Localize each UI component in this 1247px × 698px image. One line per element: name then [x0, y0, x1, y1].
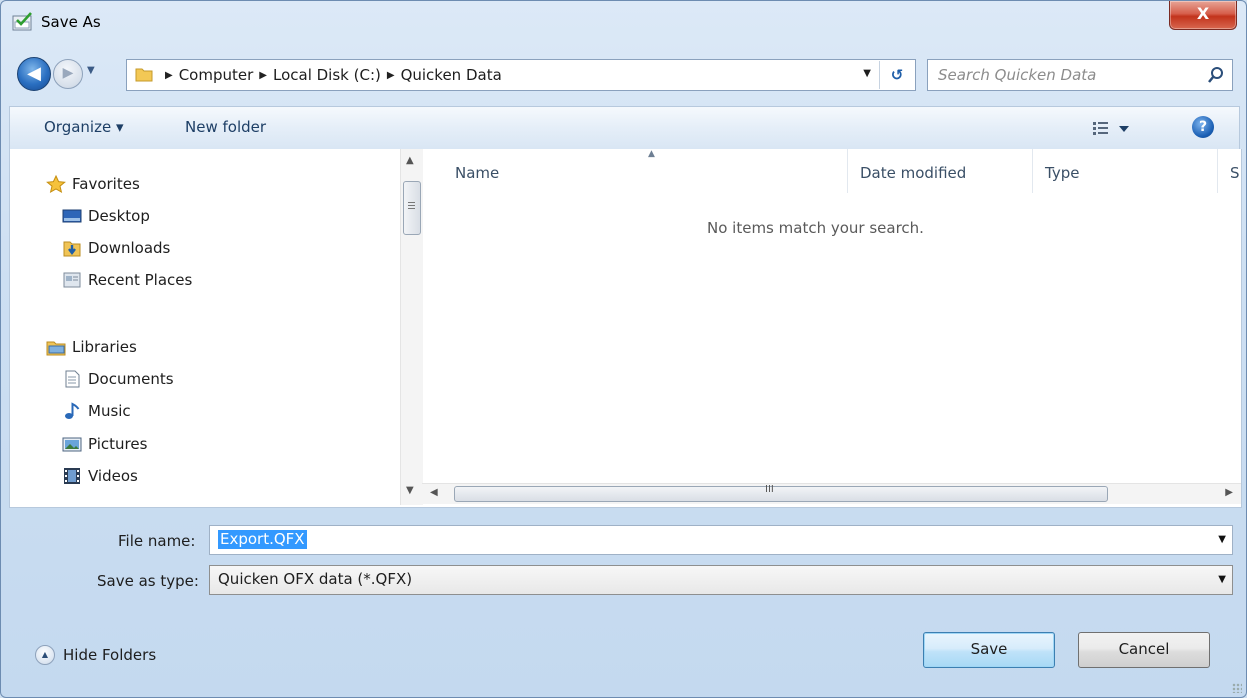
address-dropdown-icon[interactable]: ▼	[863, 68, 871, 79]
save-button[interactable]: Save	[923, 632, 1055, 668]
sidebar-item-videos[interactable]: Videos	[62, 464, 138, 488]
scroll-down-icon[interactable]: ▼	[406, 485, 414, 496]
empty-list-message: No items match your search.	[707, 219, 924, 237]
close-button[interactable]: X	[1169, 1, 1237, 30]
file-name-label: File name:	[118, 532, 196, 550]
history-dropdown-icon[interactable]: ▼	[87, 65, 95, 76]
refresh-icon[interactable]: ↺	[879, 61, 914, 89]
command-toolbar: Organize ▾ New folder ?	[9, 106, 1240, 150]
column-divider[interactable]	[1217, 149, 1218, 193]
libraries-icon	[46, 341, 66, 356]
chevron-down-icon[interactable]: ▼	[1218, 534, 1226, 545]
resize-grip[interactable]	[1232, 683, 1242, 693]
scrollbar-thumb[interactable]: III	[454, 484, 1108, 502]
save-as-app-icon	[12, 12, 32, 31]
address-bar[interactable]: ▶ Computer ▶ Local Disk (C:) ▶ Quicken D…	[126, 59, 916, 91]
change-view-icon[interactable]	[1093, 119, 1133, 137]
sidebar-item-label: Desktop	[88, 207, 150, 225]
videos-icon	[64, 468, 80, 484]
help-icon[interactable]: ?	[1192, 116, 1214, 138]
title-bar: Save As X	[1, 1, 1246, 45]
chevron-up-icon: ▲	[35, 645, 55, 665]
back-button[interactable]: ◀	[17, 57, 51, 91]
file-list-horizontal-scrollbar[interactable]: ◀ III ▶	[422, 483, 1241, 504]
breadcrumb-computer[interactable]: Computer	[179, 66, 254, 84]
hide-folders-label: Hide Folders	[63, 646, 157, 664]
column-header-type[interactable]: Type	[1045, 164, 1079, 182]
save-as-dialog: Save As X ◀ ▶ ▼ ▶ Computer ▶ Local Disk …	[0, 0, 1247, 698]
sort-ascending-icon: ▲	[648, 149, 655, 159]
desktop-icon	[62, 209, 82, 223]
scroll-left-icon[interactable]: ◀	[430, 487, 438, 498]
pictures-icon	[62, 437, 82, 452]
search-placeholder: Search Quicken Data	[938, 66, 1097, 84]
sidebar-item-label: Videos	[88, 467, 138, 485]
sidebar-item-recent-places[interactable]: Recent Places	[62, 268, 192, 292]
navigation-bar: ◀ ▶ ▼ ▶ Computer ▶ Local Disk (C:) ▶ Qui…	[1, 53, 1246, 97]
sidebar-item-label: Libraries	[72, 338, 137, 356]
window-title: Save As	[41, 13, 101, 31]
scroll-right-icon[interactable]: ▶	[1225, 487, 1233, 498]
save-as-type-label: Save as type:	[97, 572, 199, 590]
sidebar-item-documents[interactable]: Documents	[62, 367, 174, 391]
navigation-pane: Favorites Desktop Downloads Recent Place…	[10, 149, 423, 505]
chevron-right-icon[interactable]: ▶	[387, 70, 395, 81]
column-header-name[interactable]: Name	[455, 164, 499, 182]
folder-icon	[135, 68, 153, 82]
sidebar-item-label: Documents	[88, 370, 174, 388]
sidebar-item-label: Pictures	[88, 435, 148, 453]
downloads-icon	[63, 241, 81, 257]
file-name-value[interactable]: Export.QFX	[218, 530, 307, 549]
breadcrumb-local-disk[interactable]: Local Disk (C:)	[273, 66, 381, 84]
scrollbar-thumb[interactable]	[403, 181, 421, 235]
sidebar-item-desktop[interactable]: Desktop	[62, 204, 150, 228]
column-divider[interactable]	[1032, 149, 1033, 193]
navigation-pane-scrollbar[interactable]: ▲ ▼	[400, 149, 423, 505]
chevron-down-icon[interactable]: ▼	[1218, 574, 1226, 585]
file-list: ▲ Name Date modified Type S No items mat…	[422, 149, 1241, 505]
new-folder-button[interactable]: New folder	[185, 118, 266, 136]
column-header-date-modified[interactable]: Date modified	[860, 164, 966, 182]
grip-icon	[408, 202, 415, 211]
sidebar-item-label: Recent Places	[88, 271, 193, 289]
recent-places-icon	[63, 272, 81, 288]
documents-icon	[65, 370, 80, 388]
search-input[interactable]: Search Quicken Data	[927, 59, 1233, 91]
sidebar-item-label: Downloads	[88, 239, 171, 257]
music-icon	[65, 402, 80, 419]
cancel-button[interactable]: Cancel	[1078, 632, 1210, 668]
grip-icon: III	[765, 484, 774, 495]
column-divider[interactable]	[847, 149, 848, 193]
sidebar-item-label: Favorites	[72, 175, 140, 193]
sidebar-item-label: Music	[88, 402, 131, 420]
content-area: Favorites Desktop Downloads Recent Place…	[9, 149, 1242, 508]
organize-button[interactable]: Organize ▾	[44, 118, 124, 136]
sidebar-item-pictures[interactable]: Pictures	[62, 432, 147, 456]
sidebar-item-favorites[interactable]: Favorites	[46, 172, 140, 196]
hide-folders-button[interactable]: ▲ Hide Folders	[35, 645, 156, 665]
forward-button[interactable]: ▶	[53, 59, 83, 89]
scroll-up-icon[interactable]: ▲	[406, 155, 414, 166]
sidebar-item-libraries[interactable]: Libraries	[46, 335, 137, 359]
star-icon	[46, 175, 66, 193]
column-header-size[interactable]: S	[1230, 164, 1240, 182]
breadcrumb: ▶ Computer ▶ Local Disk (C:) ▶ Quicken D…	[165, 66, 502, 84]
search-icon[interactable]	[1207, 66, 1225, 84]
save-as-type-value: Quicken OFX data (*.QFX)	[218, 570, 413, 588]
sidebar-item-music[interactable]: Music	[62, 399, 131, 423]
breadcrumb-quicken-data[interactable]: Quicken Data	[401, 66, 502, 84]
chevron-right-icon[interactable]: ▶	[259, 70, 267, 81]
save-as-type-select[interactable]: Quicken OFX data (*.QFX) ▼	[209, 565, 1233, 595]
file-name-field[interactable]: Export.QFX ▼	[209, 525, 1233, 555]
sidebar-item-downloads[interactable]: Downloads	[62, 236, 170, 260]
chevron-right-icon[interactable]: ▶	[165, 70, 173, 81]
